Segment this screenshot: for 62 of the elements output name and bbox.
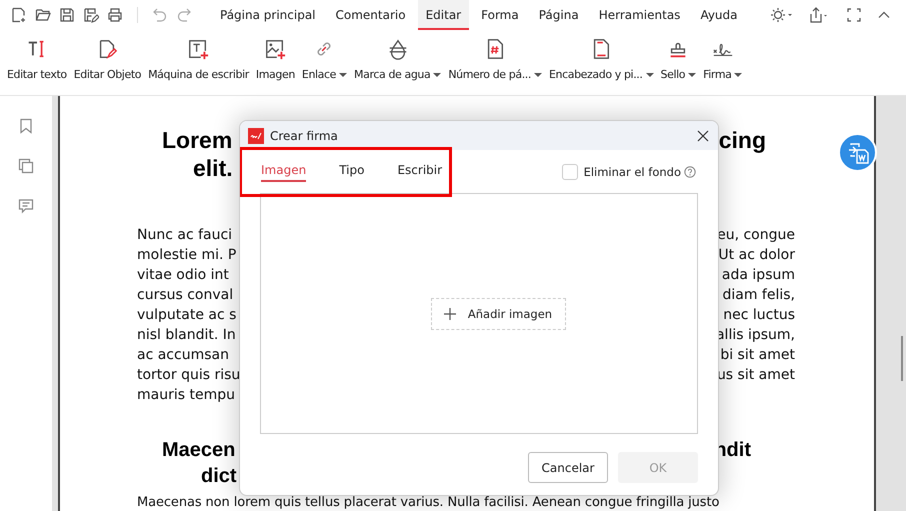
save-as-icon[interactable] [83, 7, 99, 23]
help-icon[interactable] [684, 166, 696, 178]
toolbar-button[interactable]: Marca de agua [351, 30, 444, 81]
menu-tab[interactable]: Ayuda [692, 0, 746, 30]
paragraph-text: Ut ac dolor [718, 246, 795, 265]
heading-text: dict [201, 464, 237, 489]
toolbar-button[interactable]: Firma [700, 30, 746, 81]
paragraph-text: vulputate ac s [137, 306, 236, 325]
scrollbar-thumb[interactable] [901, 336, 903, 381]
toolbar-button[interactable]: Encabezado y pi... [546, 30, 657, 81]
save-icon[interactable] [59, 7, 75, 23]
toolbar-button[interactable]: Editar Objeto [70, 30, 144, 81]
paragraph-text: bi sit amet [720, 346, 795, 365]
heading-text: Maecen [162, 438, 236, 463]
menu-tab[interactable]: Herramientas [590, 0, 688, 30]
bookmark-icon[interactable] [18, 118, 34, 134]
menu-tab[interactable]: Comentario [328, 0, 414, 30]
comment-icon[interactable] [18, 198, 34, 214]
brightness-icon[interactable] [770, 7, 794, 23]
paragraph-text: cursus conval [137, 286, 234, 305]
pages-icon[interactable] [18, 158, 34, 174]
toolbar-button[interactable]: Máquina de escribir [145, 30, 252, 81]
paragraph-text: ac accumsan [137, 346, 229, 365]
dialog-tab[interactable]: Imagen [261, 163, 306, 182]
paragraph-text: vitae odio int [137, 266, 229, 285]
cancel-button[interactable]: Cancelar [528, 452, 608, 483]
dialog-tab[interactable]: Tipo [339, 163, 364, 182]
checkbox[interactable] [562, 164, 578, 180]
plus-icon [444, 308, 456, 320]
paragraph-text: ada ipsum [722, 266, 795, 285]
add-image-button[interactable]: Añadir imagen [430, 298, 566, 330]
paragraph-text: diam felis, [722, 286, 795, 305]
close-icon[interactable] [697, 130, 709, 142]
paragraph-text: Maecenas non lorem quis tellus placerat varius. Nulla facilisi. Aenean congue fringilla justo [137, 496, 720, 509]
menu-tab[interactable]: Editar [418, 0, 470, 30]
menu-tab[interactable]: Página [530, 0, 587, 30]
toolbar-button[interactable]: Editar texto [4, 30, 70, 81]
paragraph-text: molestie mi. P [137, 246, 236, 265]
paragraph-text: Nunc ac fauci [137, 226, 232, 245]
text-box-icon [187, 38, 210, 60]
checkbox-label: Eliminar el fondo [584, 164, 681, 178]
heading-text: Lorem [162, 126, 232, 154]
folder-icon[interactable] [35, 7, 51, 23]
toolbar-button[interactable]: Imagen [252, 30, 298, 81]
toolbar-button[interactable]: Número de pá... [445, 30, 545, 81]
paragraph-text: mauris tempu [137, 386, 235, 405]
dialog-tab[interactable]: Escribir [397, 163, 442, 182]
toolbar-button[interactable]: Sello [658, 30, 700, 81]
paragraph-text: nisl blandit. In [137, 326, 236, 345]
menu-tab[interactable]: Página principal [212, 0, 324, 30]
paragraph-text: nec luctus [723, 306, 795, 325]
print-icon[interactable] [107, 7, 123, 23]
menu-tab[interactable]: Forma [473, 0, 527, 30]
paragraph-text: tortor quis risu [137, 366, 240, 385]
new-file-icon[interactable] [11, 7, 27, 23]
heading-text: elit. [193, 154, 233, 182]
fullscreen-icon[interactable] [846, 7, 862, 23]
dialog-title: Crear firma [270, 128, 338, 142]
toolbar-button[interactable]: Enlace [298, 30, 350, 81]
app-logo-icon [248, 128, 264, 144]
image-add-icon [264, 38, 286, 60]
heading-text: cing [718, 126, 766, 154]
